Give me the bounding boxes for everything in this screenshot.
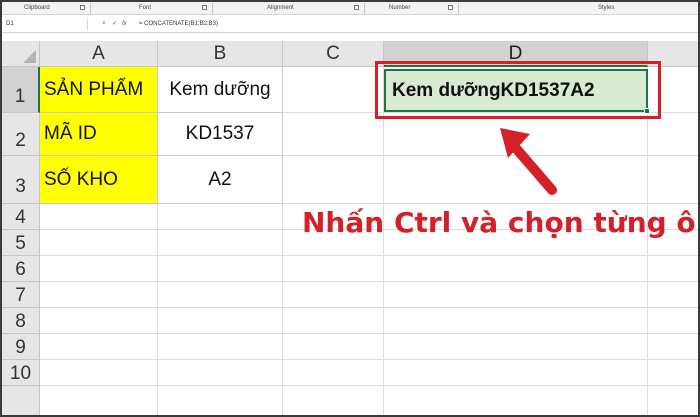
ribbon-separator (90, 3, 91, 14)
row-header-4[interactable]: 4 (2, 204, 40, 230)
gridline (40, 255, 698, 256)
formula-input[interactable]: = CONCATENATE(B1;B2;B3) (139, 19, 218, 30)
ribbon-separator (458, 3, 459, 14)
select-all-button[interactable] (2, 41, 40, 67)
gridline (40, 333, 698, 334)
gridline (40, 359, 698, 360)
cell-b3[interactable]: A2 (158, 156, 283, 204)
insert-function-button[interactable]: fx (122, 19, 127, 30)
ribbon-group-number[interactable]: Number (389, 5, 410, 11)
cell-b2[interactable]: KD1537 (158, 113, 283, 156)
formula-bar: D1 × ✓ fx = CONCATENATE(B1;B2;B3) (2, 17, 698, 33)
ribbon-group-font[interactable]: Font (139, 5, 151, 11)
row-header-11[interactable] (2, 386, 40, 415)
row-header-5[interactable]: 5 (2, 230, 40, 256)
ribbon-separator (364, 3, 365, 14)
cell-b1[interactable]: Kem dưỡng (158, 67, 283, 113)
row-header-10[interactable]: 10 (2, 360, 40, 386)
cell-a2[interactable]: MÃ ID (40, 113, 158, 156)
ribbon-separator (212, 3, 213, 14)
column-header-c[interactable]: C (283, 41, 384, 67)
name-box[interactable]: D1 (4, 19, 88, 30)
gridline (40, 385, 698, 386)
row-header-1[interactable]: 1 (2, 67, 40, 113)
ribbon-group-clipboard[interactable]: Clipboard (24, 5, 50, 11)
row-header-8[interactable]: 8 (2, 308, 40, 334)
alignment-launcher-icon[interactable] (354, 5, 359, 10)
enter-icon[interactable]: ✓ (112, 19, 117, 30)
cancel-icon[interactable]: × (102, 19, 106, 30)
instruction-annotation: Nhấn Ctrl và chọn từng ô (302, 206, 696, 239)
gridline (40, 281, 698, 282)
column-header-b[interactable]: B (158, 41, 283, 67)
font-launcher-icon[interactable] (202, 5, 207, 10)
ribbon-group-alignment[interactable]: Alignment (267, 5, 294, 11)
row-header-3[interactable]: 3 (2, 156, 40, 204)
row-header-9[interactable]: 9 (2, 334, 40, 360)
select-all-icon (23, 50, 36, 63)
number-launcher-icon[interactable] (448, 5, 453, 10)
ribbon-group-styles[interactable]: Styles (598, 5, 614, 11)
gridline (647, 67, 648, 415)
clipboard-launcher-icon[interactable] (80, 5, 85, 10)
row-header-2[interactable]: 2 (2, 113, 40, 156)
gridline (383, 67, 384, 415)
gridline (40, 307, 698, 308)
cell-a3[interactable]: SỐ KHO (40, 156, 158, 204)
arrow-icon (500, 128, 557, 195)
column-header-a[interactable]: A (40, 41, 158, 67)
cell-a1[interactable]: SẢN PHẨM (40, 67, 158, 113)
ribbon-group-bar: Clipboard Font Alignment Number Styles (2, 2, 698, 15)
row-header-6[interactable]: 6 (2, 256, 40, 282)
excel-window: Clipboard Font Alignment Number Styles D… (0, 0, 700, 417)
row-header-7[interactable]: 7 (2, 282, 40, 308)
result-highlight-box (375, 61, 661, 119)
